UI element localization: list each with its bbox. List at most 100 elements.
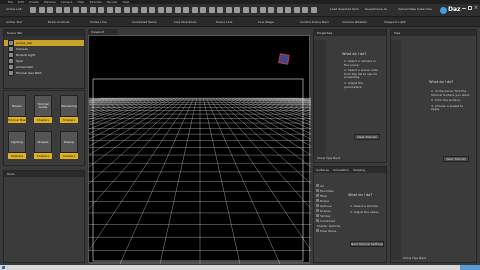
surface-item-label: All bbox=[320, 183, 324, 188]
toolbar-tool-icon[interactable] bbox=[47, 7, 53, 13]
properties-side-tabs[interactable] bbox=[314, 40, 326, 160]
secondary-toolbar-item[interactable]: Active Tool bbox=[6, 20, 22, 24]
secondary-toolbar-item[interactable]: Control Scene Navi bbox=[300, 20, 329, 24]
toolbar-tool-icon[interactable] bbox=[276, 7, 283, 13]
toolbar-right-label-2[interactable]: Save/Scene As bbox=[365, 7, 387, 11]
surface-item-icon bbox=[316, 209, 319, 212]
toolbar-tool-icon[interactable] bbox=[285, 7, 291, 13]
toolbar-tool-icon[interactable] bbox=[268, 7, 274, 13]
toolbar-tool-icon[interactable] bbox=[208, 7, 215, 13]
toolbar-tool-icon[interactable] bbox=[123, 7, 130, 13]
daz-logo-icon bbox=[440, 7, 447, 14]
tips-right-panel: Tips What do I do? 1. In the panel, find… bbox=[390, 29, 477, 263]
toolbar-tool-icon[interactable] bbox=[64, 7, 70, 13]
toolbar-tool-icon[interactable] bbox=[72, 7, 79, 13]
surface-list-item[interactable]: Shader Options bbox=[316, 223, 340, 228]
right-side-tabs[interactable] bbox=[391, 40, 401, 260]
surface-item-icon bbox=[316, 199, 319, 202]
next-tutorial-button[interactable]: Next Tutorial bbox=[354, 134, 380, 140]
toolbar-right-label-3[interactable]: Upload New Subscribe bbox=[398, 7, 432, 11]
content-thumbnail[interactable]: Basics Tutorial Basic bbox=[8, 95, 26, 125]
right-show-tips-checkbox[interactable]: Show Tips Next bbox=[403, 256, 426, 260]
toolbar-tool-icon[interactable] bbox=[251, 7, 257, 13]
secondary-toolbar-item[interactable]: Combined Items bbox=[132, 20, 157, 24]
properties-panel: Properties What do I do? 1. Select a cam… bbox=[313, 29, 387, 163]
maximize-icon[interactable] bbox=[468, 6, 472, 10]
scene-item[interactable]: Tutorial Gen Path bbox=[4, 70, 84, 76]
toolbar-tool-icon[interactable] bbox=[191, 7, 198, 13]
scene-item-label: Distant Light bbox=[16, 53, 36, 57]
toolbar-tool-icon[interactable] bbox=[293, 7, 300, 13]
surface-list-item[interactable]: Pose Items bbox=[316, 228, 340, 233]
toolbar-tool-icon[interactable] bbox=[149, 7, 155, 13]
toolbar-tool-icon[interactable] bbox=[234, 7, 240, 13]
tips-right-panel-title: Tips bbox=[391, 30, 476, 36]
secondary-toolbar-item[interactable]: Active Line bbox=[90, 20, 107, 24]
toolbar-tool-icon[interactable] bbox=[30, 7, 36, 13]
toolbar-tool-icon[interactable] bbox=[302, 7, 308, 13]
thumbnail-image: Tutorial Guide bbox=[34, 95, 52, 117]
content-thumbnail[interactable]: Posing Shaders bbox=[60, 131, 78, 161]
toolbar-tool-icon[interactable] bbox=[166, 7, 172, 13]
toolbar-tool-icon[interactable] bbox=[98, 7, 104, 13]
scene-item-label: Actual Cam bbox=[16, 65, 34, 69]
brand-name: Daz bbox=[448, 6, 461, 13]
tools-panel-title: Tools bbox=[4, 171, 84, 177]
toolbar-tool-icon[interactable] bbox=[225, 7, 232, 13]
tips-step: 1. Select a camera in the scene. bbox=[344, 59, 376, 67]
toolbar-tool-icon[interactable] bbox=[174, 7, 181, 13]
toolbar-tool-icon[interactable] bbox=[310, 7, 317, 13]
surface-item-label: Stickey bbox=[320, 213, 331, 218]
toolbar-tool-icon[interactable] bbox=[157, 7, 164, 13]
secondary-toolbar-item[interactable]: Camera Rotation bbox=[342, 20, 367, 24]
content-thumbnail[interactable]: Lighting Shaders bbox=[8, 131, 26, 161]
view-cube-icon[interactable] bbox=[278, 53, 290, 65]
content-thumbnail[interactable]: Rendering Shaders bbox=[60, 95, 78, 125]
thumbnail-caption: Shaders bbox=[34, 153, 52, 159]
secondary-toolbar-item[interactable]: Line Stage bbox=[258, 20, 274, 24]
surface-item-label: Fiber bbox=[320, 193, 328, 198]
secondary-toolbar-item[interactable]: Draw Controls bbox=[48, 20, 69, 24]
toolbar-tool-icon[interactable] bbox=[89, 7, 96, 13]
scene-item-label: Active_Lab bbox=[16, 41, 33, 45]
close-icon[interactable]: × bbox=[474, 5, 478, 11]
toolbar-tool-icon[interactable] bbox=[259, 7, 266, 13]
toolbar-right-label-1[interactable]: Load Selected Item bbox=[330, 7, 359, 11]
toolbar-tool-icon[interactable] bbox=[140, 7, 147, 13]
toolbar-tool-icon[interactable] bbox=[242, 7, 249, 13]
ground-grid bbox=[0, 78, 480, 265]
thumbnail-caption: Shaders bbox=[60, 153, 78, 159]
toolbar-tool-icon[interactable] bbox=[55, 7, 62, 13]
notification-icon[interactable] bbox=[460, 265, 480, 270]
toolbar-tool-icon[interactable] bbox=[115, 7, 121, 13]
content-thumbnail[interactable]: Shapes Shaders bbox=[34, 131, 52, 161]
tab-surfaces[interactable]: Surfaces bbox=[314, 167, 331, 173]
start-icon[interactable] bbox=[2, 266, 5, 269]
surfaces-panel: Surfaces Simulation Shaping All Favorites… bbox=[313, 166, 387, 263]
toolbar-tool-icon[interactable] bbox=[217, 7, 223, 13]
content-thumbnail[interactable]: Tutorial Guide Shaders bbox=[34, 95, 52, 125]
secondary-toolbar-item[interactable]: Scene Line bbox=[216, 20, 232, 24]
active-lab-label: Active Lab bbox=[6, 7, 22, 11]
toolbar-tool-icon[interactable] bbox=[106, 7, 113, 13]
right-next-tutorial-button[interactable]: Next Tutorial bbox=[443, 156, 469, 162]
next-tutorial-settings-button[interactable]: Next Tutorial Settings bbox=[350, 241, 384, 247]
toolbar-tool-icon[interactable] bbox=[38, 7, 45, 13]
secondary-toolbar-item[interactable]: Viewport Light bbox=[384, 20, 406, 24]
secondary-toolbar: Active Tool Draw Controls Active Line Combi… bbox=[0, 17, 480, 27]
thumbnail-caption: Shaders bbox=[8, 153, 26, 159]
toolbar-tool-icon[interactable] bbox=[132, 7, 138, 13]
right-heading: What do I do? bbox=[429, 80, 454, 84]
minimize-icon[interactable] bbox=[462, 8, 466, 9]
scene-item-label: Tutorial Gen Path bbox=[16, 71, 42, 75]
thumbnail-caption: Shaders bbox=[60, 117, 78, 123]
toolbar-tool-icon[interactable] bbox=[200, 7, 206, 13]
toolbar-tool-icon[interactable] bbox=[81, 7, 87, 13]
viewport-3d[interactable] bbox=[0, 35, 480, 265]
node-icon bbox=[8, 70, 14, 76]
tab-simulation[interactable]: Simulation bbox=[331, 167, 351, 173]
show-tips-checkbox[interactable]: Show Tips Next bbox=[317, 156, 340, 160]
toolbar-tool-icon[interactable] bbox=[183, 7, 189, 13]
secondary-toolbar-item[interactable]: Line Directions bbox=[174, 20, 196, 24]
tab-shaping[interactable]: Shaping bbox=[351, 167, 367, 173]
